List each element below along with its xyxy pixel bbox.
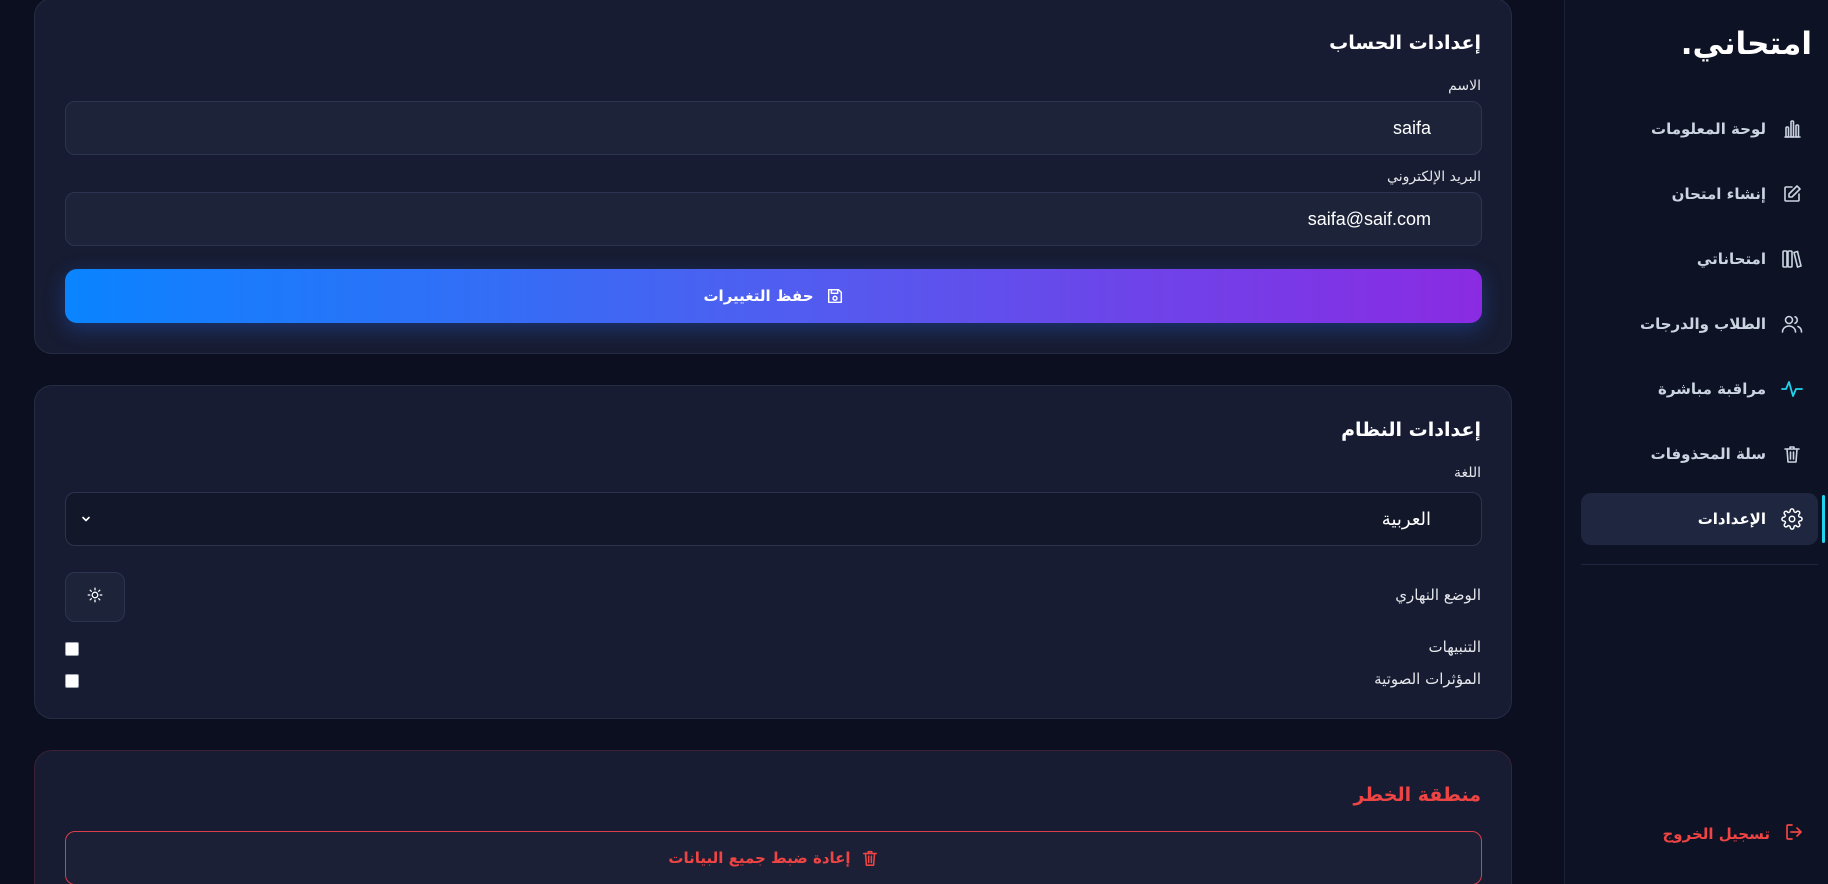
account-settings-card: إعدادات الحساب الاسم البريد الإلكتروني ح…: [34, 0, 1512, 354]
email-input[interactable]: [65, 192, 1482, 246]
sidebar-item-label: الطلاب والدرجات: [1640, 315, 1766, 333]
logout-icon: [1784, 822, 1804, 846]
sidebar-item-create-exam[interactable]: إنشاء امتحان: [1581, 168, 1818, 220]
language-label: اللغة: [1453, 465, 1481, 481]
language-select[interactable]: العربية: [65, 492, 1482, 546]
sidebar-item-label: سلة المحذوفات: [1650, 445, 1766, 463]
danger-zone-card: منطقة الخطر إعادة ضبط جميع البيانات: [34, 750, 1512, 884]
account-settings-title: إعدادات الحساب: [1329, 32, 1481, 54]
settings-page: امتحاني. لوحة المعلومات إنشاء امتحان امت…: [0, 0, 1828, 884]
bar-chart-icon: [1780, 117, 1804, 141]
sound-effects-label: المؤثرات الصوتية: [1374, 670, 1481, 688]
sidebar-item-live-monitoring[interactable]: مراقبة مباشرة: [1581, 363, 1818, 415]
sidebar-item-label: مراقبة مباشرة: [1657, 380, 1766, 398]
sidebar-nav: لوحة المعلومات إنشاء امتحان امتحاناتي ال…: [1564, 103, 1828, 558]
notifications-label: التنبيهات: [1428, 638, 1481, 656]
save-changes-label: حفظ التغييرات: [703, 287, 814, 305]
system-settings-card: إعدادات النظام اللغة العربية الوضع النها…: [34, 385, 1512, 719]
sidebar-item-my-exams[interactable]: امتحاناتي: [1581, 233, 1818, 285]
gear-icon: [1780, 507, 1804, 531]
sound-effects-checkbox[interactable]: [65, 674, 79, 688]
reset-all-data-button[interactable]: إعادة ضبط جميع البيانات: [65, 831, 1482, 884]
reset-all-data-label: إعادة ضبط جميع البيانات: [668, 849, 851, 867]
save-changes-button[interactable]: حفظ التغييرات: [65, 269, 1482, 323]
system-settings-title: إعدادات النظام: [1341, 419, 1481, 441]
danger-zone-title: منطقة الخطر: [1353, 784, 1481, 806]
sidebar-item-label: إنشاء امتحان: [1671, 185, 1766, 203]
theme-toggle-button[interactable]: [65, 572, 125, 622]
email-label: البريد الإلكتروني: [1387, 169, 1481, 185]
logout-button[interactable]: تسجيل الخروج: [1663, 822, 1805, 846]
brand-logo: امتحاني.: [1680, 26, 1813, 62]
notifications-checkbox[interactable]: [65, 642, 79, 656]
sidebar-divider: [1581, 564, 1818, 565]
sidebar-item-students[interactable]: الطلاب والدرجات: [1581, 298, 1818, 350]
sun-icon: [87, 587, 103, 607]
save-icon: [826, 287, 844, 305]
language-selected-value: العربية: [1381, 508, 1431, 530]
library-icon: [1780, 247, 1804, 271]
name-label: الاسم: [1448, 78, 1481, 94]
sidebar-item-dashboard[interactable]: لوحة المعلومات: [1581, 103, 1818, 155]
activity-icon: [1780, 377, 1804, 401]
chevron-down-icon: [80, 510, 92, 529]
theme-label: الوضع النهاري: [1395, 586, 1481, 604]
edit-icon: [1780, 182, 1804, 206]
sidebar-item-trash[interactable]: سلة المحذوفات: [1581, 428, 1818, 480]
name-input[interactable]: [65, 101, 1482, 155]
sidebar-item-settings[interactable]: الإعدادات: [1581, 493, 1825, 545]
sidebar-item-label: الإعدادات: [1697, 510, 1766, 528]
trash-icon: [861, 849, 879, 867]
sidebar-item-label: لوحة المعلومات: [1651, 120, 1766, 138]
logout-label: تسجيل الخروج: [1662, 825, 1771, 843]
sidebar-item-label: امتحاناتي: [1696, 250, 1766, 268]
trash-icon: [1780, 442, 1804, 466]
sidebar: امتحاني. لوحة المعلومات إنشاء امتحان امت…: [1564, 0, 1828, 884]
users-icon: [1780, 312, 1804, 336]
